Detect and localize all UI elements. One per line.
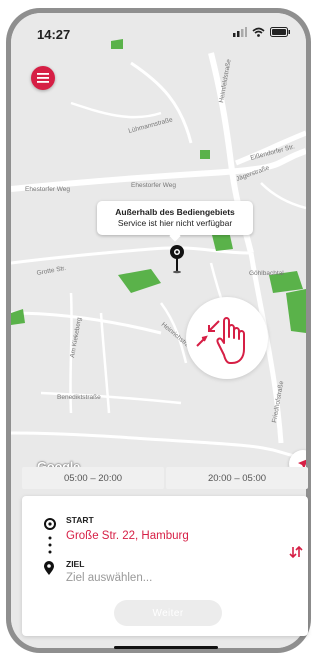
street-label: Ehestorfer Weg — [25, 186, 70, 193]
time-slot-night: 20:00 – 05:00 — [166, 467, 308, 489]
out-of-area-tooltip: Außerhalb des Bediengebiets Service ist … — [97, 201, 253, 242]
destination-label: ZIEL — [66, 559, 85, 569]
map-pin-icon[interactable] — [166, 241, 188, 275]
pinch-gesture-hint — [186, 297, 268, 379]
continue-button[interactable]: Weiter — [114, 600, 222, 626]
time-slots-bar: 05:00 – 20:00 20:00 – 05:00 — [22, 467, 308, 489]
menu-icon — [37, 73, 49, 83]
start-point-icon — [44, 518, 56, 530]
street-label: Ehestorfer Weg — [131, 182, 176, 189]
status-time: 14:27 — [37, 27, 71, 42]
destination-pin-icon — [44, 561, 54, 575]
battery-icon — [270, 27, 290, 37]
menu-button[interactable] — [31, 66, 55, 90]
pinch-gesture-icon — [196, 317, 245, 364]
status-bar: 14:27 — [11, 13, 306, 57]
signal-icon — [233, 27, 247, 37]
street-label: Benediktstraße — [57, 394, 101, 401]
route-card: START Große Str. 22, Hamburg ZIEL Ziel a… — [22, 496, 308, 636]
tooltip-title: Außerhalb des Bediengebiets — [115, 207, 235, 217]
home-indicator — [114, 646, 218, 649]
start-label: START — [66, 515, 94, 525]
time-slot-day: 05:00 – 20:00 — [22, 467, 164, 489]
destination-input[interactable]: Ziel auswählen... — [66, 572, 152, 584]
street-label: Göhlbachtal — [249, 270, 284, 277]
wifi-icon — [252, 27, 265, 37]
status-icons — [233, 27, 290, 37]
swap-icon[interactable] — [288, 544, 304, 560]
tooltip-subtitle: Service ist hier nicht verfügbar — [117, 218, 233, 228]
start-address[interactable]: Große Str. 22, Hamburg — [66, 530, 189, 542]
route-dots-icon — [48, 536, 52, 554]
